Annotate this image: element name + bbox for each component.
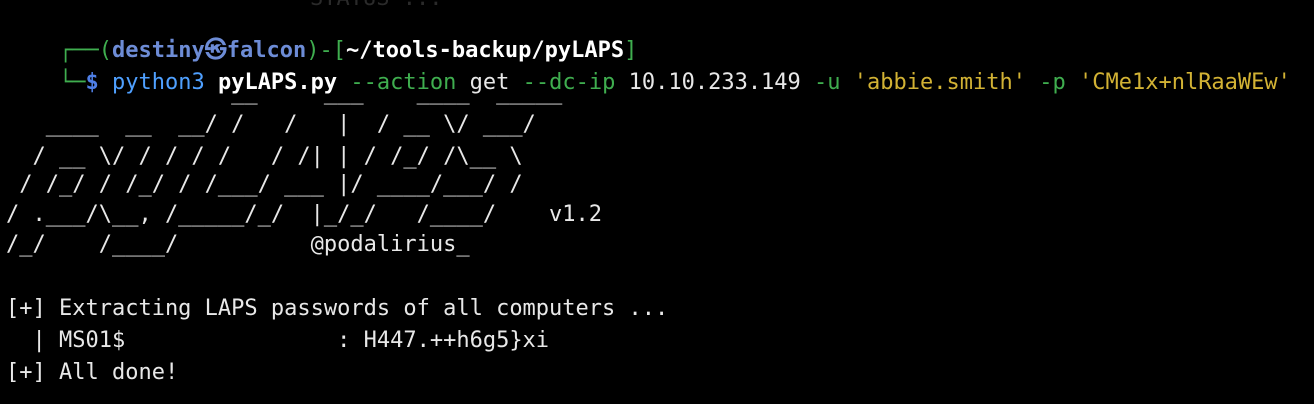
command-flag-user: -u: [814, 70, 841, 95]
banner-line-3: / __ \/ / / / / / /| | / /_/ /\__ \: [6, 144, 536, 169]
command-pass-value: 'CMe1x+nlRaaWEw': [1078, 70, 1291, 95]
command-flag-pass: -p: [1039, 70, 1066, 95]
banner-line-4: / /_/ / /_/ / /___/ ___ |/ ____/___/ /: [6, 172, 536, 197]
terminal-window[interactable]: STATUS ... ┌──(destiny㉿falcon)-[~/tools-…: [0, 0, 1314, 404]
banner-line-1: __ ___ ____ _____: [6, 80, 563, 105]
output-line-1: [+] Extracting LAPS passwords of all com…: [6, 296, 669, 321]
command-user-value: 'abbie.smith': [853, 70, 1026, 95]
banner-line-2: ____ __ __/ / / | / __ \/ ___/: [6, 112, 536, 137]
command-dc-value: 10.10.233.149: [628, 70, 801, 95]
prompt-line: ┌──(destiny㉿falcon)-[~/tools-backup/pyLA…: [6, 6, 637, 63]
output-line-3: [+] All done!: [6, 360, 179, 385]
command-line[interactable]: └─$ python3 pyLAPS.py --action get --dc-…: [6, 38, 1291, 95]
output-line-2: | MS01$ : H447.++h6g5}xi: [6, 328, 550, 353]
banner-line-5: / .___/\__, /_____/_/ |_/_/ /____/ v1.2: [6, 202, 603, 227]
banner-line-6: /_/ /____/ @podalirius_: [6, 232, 470, 257]
